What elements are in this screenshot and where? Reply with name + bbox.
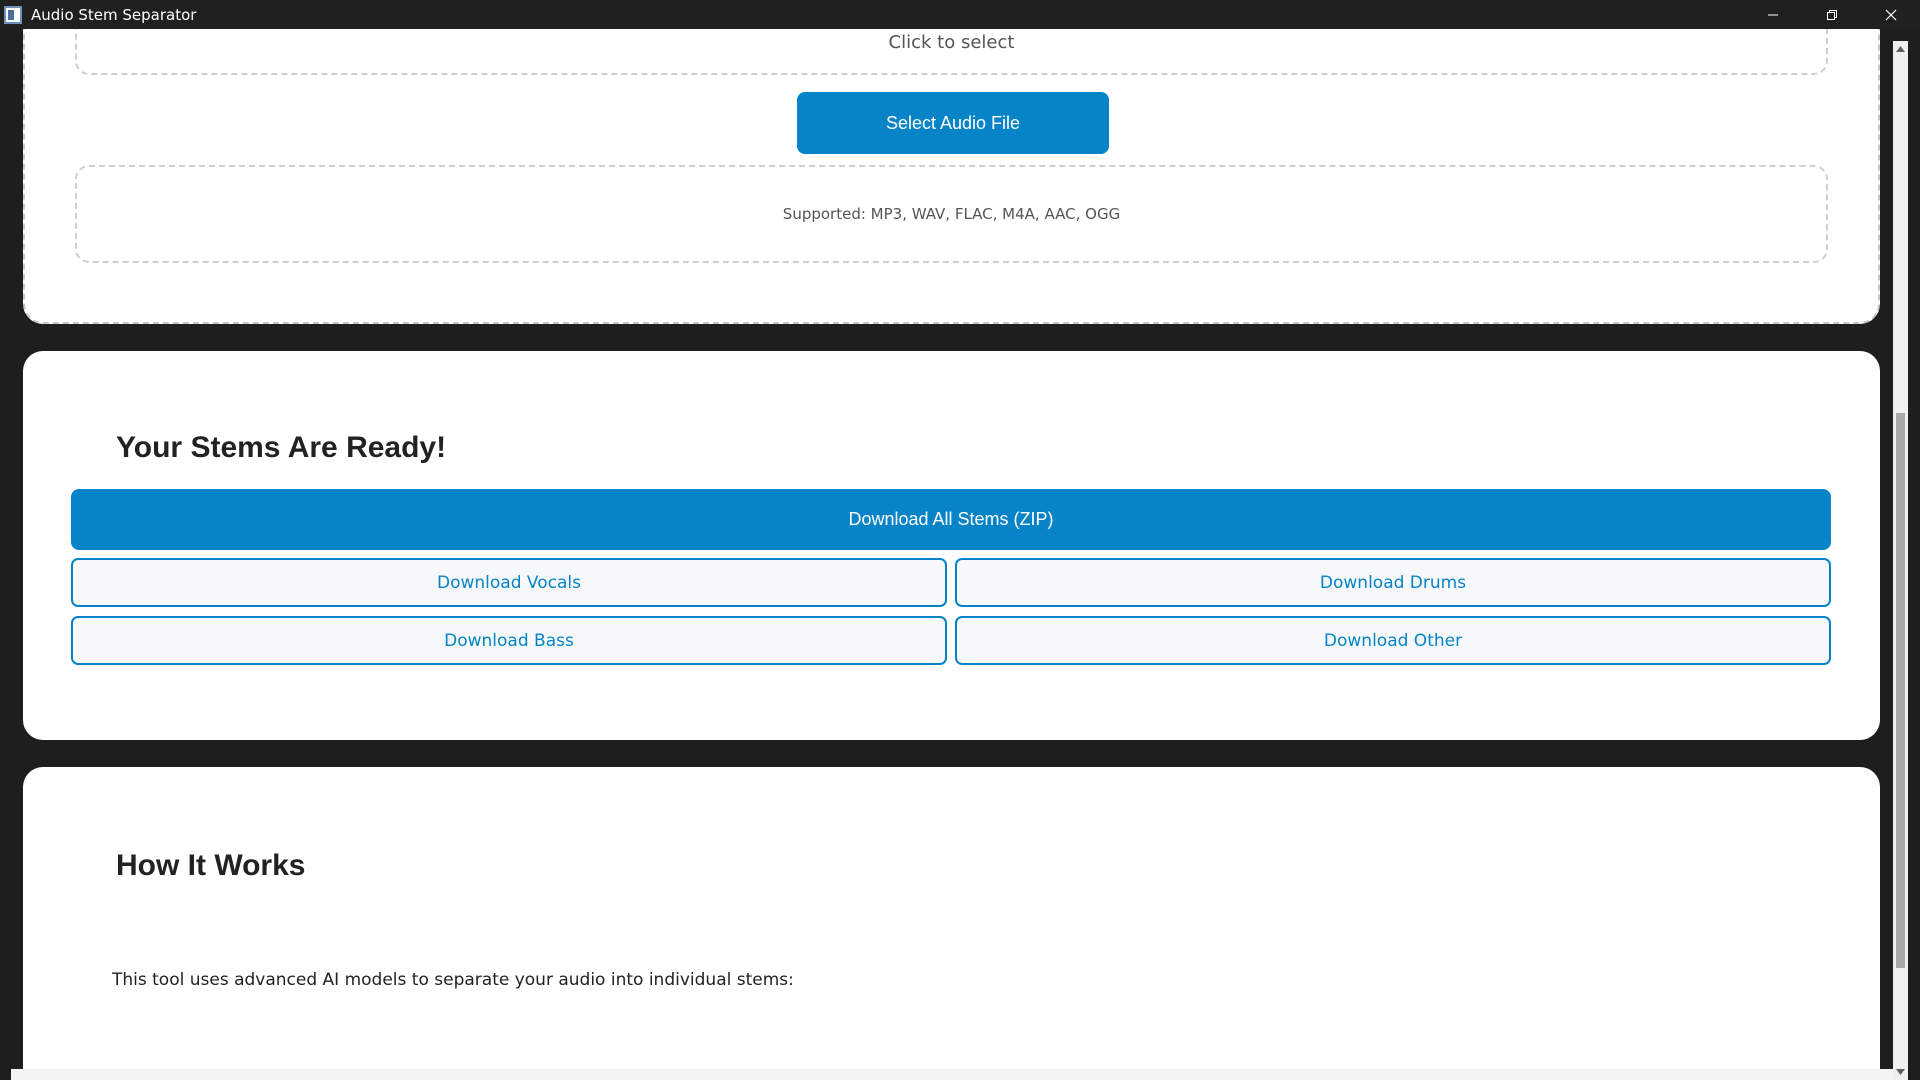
download-all-stems-button[interactable]: Download All Stems (ZIP) xyxy=(71,489,1831,550)
download-bass-button[interactable]: Download Bass xyxy=(71,616,947,665)
right-edge xyxy=(1908,29,1920,1080)
download-vocals-button[interactable]: Download Vocals xyxy=(71,558,947,607)
scroll-thumb[interactable] xyxy=(1896,413,1905,968)
drop-zone-hint: Click to select xyxy=(888,32,1015,53)
arrow-down-icon xyxy=(1896,1069,1905,1075)
scroll-up-button[interactable] xyxy=(1893,41,1908,57)
download-drums-button[interactable]: Download Drums xyxy=(955,558,1831,607)
restore-button[interactable] xyxy=(1802,0,1861,29)
upload-card: Click to select Select Audio File Suppor… xyxy=(23,29,1880,324)
window-controls xyxy=(1743,0,1920,29)
drop-zone[interactable]: Click to select xyxy=(75,29,1828,75)
bottom-strip xyxy=(11,1069,1893,1080)
vertical-scrollbar[interactable] xyxy=(1893,41,1908,1080)
app-icon xyxy=(4,5,22,24)
results-card: Your Stems Are Ready! Download All Stems… xyxy=(23,351,1880,740)
scroll-down-button[interactable] xyxy=(1893,1064,1908,1080)
supported-formats-box: Supported: MP3, WAV, FLAC, M4A, AAC, OGG xyxy=(75,165,1828,263)
download-other-button[interactable]: Download Other xyxy=(955,616,1831,665)
content-viewport: Click to select Select Audio File Suppor… xyxy=(0,29,1920,1080)
how-it-works-description: This tool uses advanced AI models to sep… xyxy=(112,970,794,990)
minimize-icon xyxy=(1767,14,1778,15)
close-icon xyxy=(1885,9,1896,20)
left-edge xyxy=(0,29,11,1080)
supported-formats-text: Supported: MP3, WAV, FLAC, M4A, AAC, OGG xyxy=(782,205,1121,223)
restore-icon xyxy=(1826,9,1837,20)
arrow-up-icon xyxy=(1896,46,1905,52)
minimize-button[interactable] xyxy=(1743,0,1802,29)
how-it-works-title: How It Works xyxy=(116,849,306,882)
how-it-works-card: How It Works This tool uses advanced AI … xyxy=(23,767,1880,1080)
results-title: Your Stems Are Ready! xyxy=(116,431,447,464)
select-audio-file-button[interactable]: Select Audio File xyxy=(797,92,1109,154)
title-bar: Audio Stem Separator xyxy=(0,0,1920,29)
window-title: Audio Stem Separator xyxy=(31,5,197,24)
close-button[interactable] xyxy=(1861,0,1920,29)
